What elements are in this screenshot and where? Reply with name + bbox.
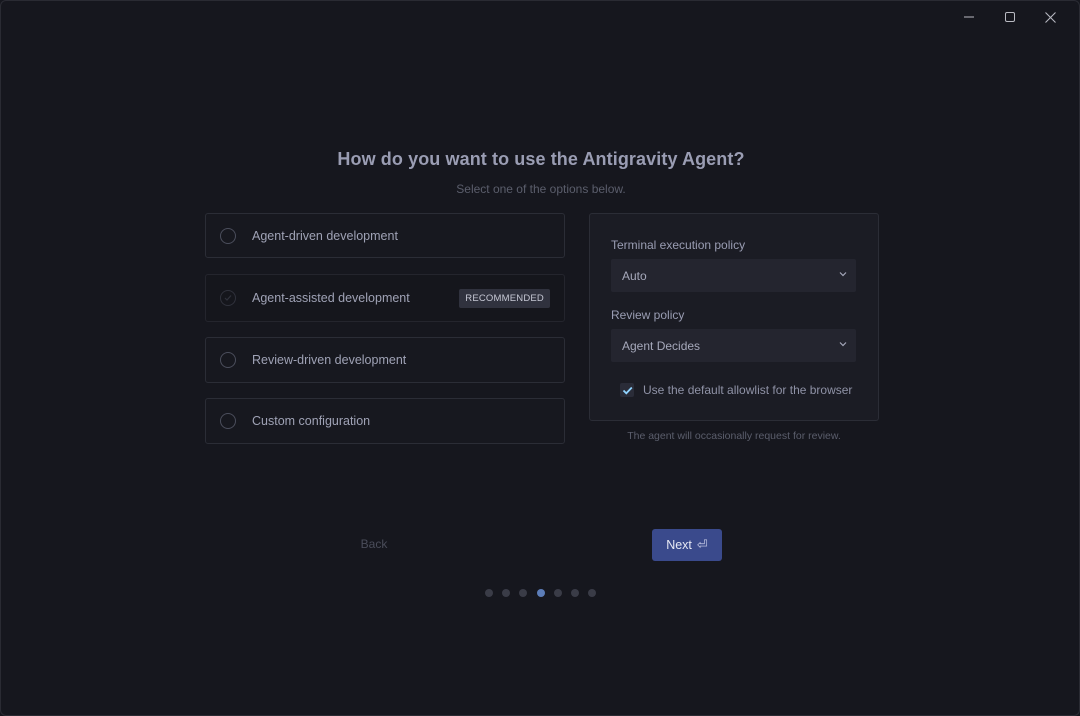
- option-label: Agent-assisted development: [252, 291, 410, 305]
- chevron-down-icon: [839, 272, 847, 277]
- policy-hint: The agent will occasionally request for …: [627, 430, 841, 442]
- terminal-policy-value: Auto: [622, 268, 647, 283]
- allowlist-label: Use the default allowlist for the browse…: [643, 383, 853, 397]
- minimize-button[interactable]: [950, 7, 987, 27]
- step-indicator: [485, 589, 597, 597]
- option-review-driven[interactable]: Review-driven development: [205, 337, 565, 383]
- radio-checked-icon[interactable]: [220, 290, 236, 306]
- step-dot: [519, 589, 528, 597]
- option-label: Custom configuration: [252, 414, 371, 428]
- enter-key-icon: ⏎: [696, 537, 708, 552]
- window-controls: [950, 7, 1069, 27]
- close-icon: [1045, 11, 1056, 23]
- recommended-badge: RECOMMENDED: [459, 288, 550, 308]
- checkmark-icon: [622, 386, 632, 395]
- option-agent-driven[interactable]: Agent-driven development: [205, 213, 565, 258]
- step-dot: [553, 589, 562, 597]
- maximize-button[interactable]: [991, 7, 1028, 27]
- terminal-policy-label: Terminal execution policy: [611, 238, 746, 252]
- check-icon: [224, 295, 232, 301]
- policy-panel: Terminal execution policy Auto Review po…: [589, 213, 879, 421]
- step-dot: [485, 589, 493, 597]
- step-dot: [536, 589, 545, 597]
- next-label: Next: [666, 538, 692, 552]
- allowlist-option[interactable]: Use the default allowlist for the browse…: [620, 383, 852, 397]
- option-label: Agent-driven development: [252, 228, 398, 243]
- step-dot: [588, 589, 597, 597]
- radio-icon[interactable]: [220, 227, 236, 244]
- terminal-policy-select[interactable]: Auto: [611, 259, 856, 292]
- setup-window: How do you want to use the Antigravity A…: [0, 0, 1080, 716]
- review-policy-label: Review policy: [611, 308, 685, 322]
- allowlist-checkbox[interactable]: [620, 383, 634, 397]
- step-dot: [502, 589, 511, 597]
- radio-icon[interactable]: [220, 413, 236, 429]
- option-custom[interactable]: Custom configuration: [205, 398, 565, 444]
- radio-icon[interactable]: [220, 352, 236, 368]
- option-agent-assisted[interactable]: Agent-assisted development RECOMMENDED: [205, 274, 565, 322]
- maximize-icon: [1004, 12, 1015, 22]
- next-button[interactable]: Next ⏎: [652, 529, 722, 561]
- back-button[interactable]: Back: [349, 537, 399, 551]
- close-button[interactable]: [1032, 7, 1069, 27]
- option-label: Review-driven development: [252, 353, 407, 367]
- chevron-down-icon: [839, 342, 847, 347]
- page-subtitle: Select one of the options below.: [456, 182, 626, 196]
- minimize-icon: [963, 16, 974, 18]
- page-title: How do you want to use the Antigravity A…: [337, 149, 745, 169]
- review-policy-value: Agent Decides: [622, 338, 701, 353]
- review-policy-select[interactable]: Agent Decides: [611, 329, 856, 362]
- step-dot: [570, 589, 579, 597]
